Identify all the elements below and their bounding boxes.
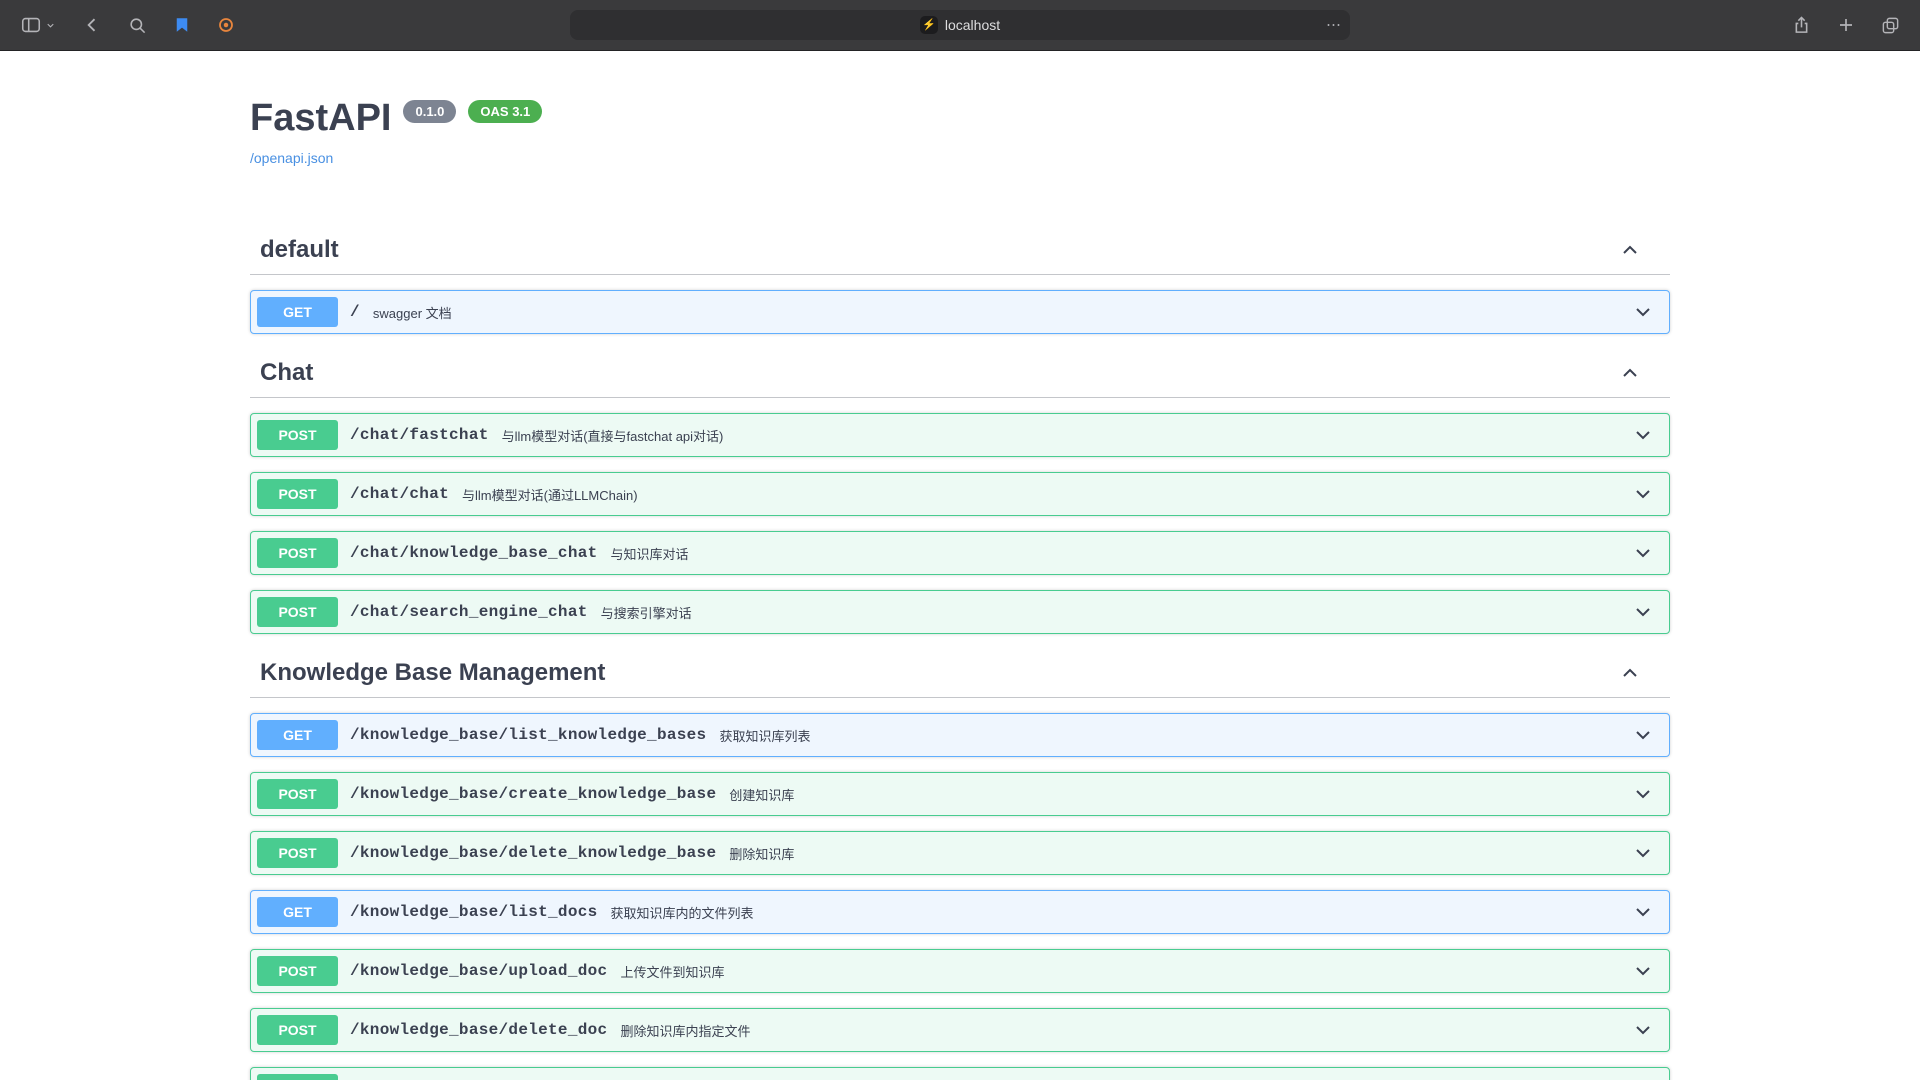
operation-summary: 与llm模型对话(通过LLMChain) (462, 485, 638, 504)
operation-path: /chat/knowledge_base_chat (350, 544, 598, 562)
operation-row[interactable]: POST /chat/knowledge_base_chat 与知识库对话 (250, 531, 1670, 575)
sidebar-toggle-button[interactable] (18, 12, 58, 38)
method-badge: POST (257, 779, 338, 809)
expand-chevron-icon[interactable] (1633, 843, 1663, 863)
search-button[interactable] (126, 14, 149, 37)
operation-row[interactable]: GET /knowledge_base/list_docs 获取知识库内的文件列… (250, 890, 1670, 934)
section-title: Knowledge Base Management (260, 659, 605, 687)
section-header[interactable]: Knowledge Base Management (250, 649, 1670, 698)
operation-summary: 与知识库对话 (611, 544, 689, 563)
tab-overview-button[interactable] (1879, 14, 1902, 37)
operation-summary: 上传文件到知识库 (620, 962, 724, 981)
expand-chevron-icon[interactable] (1633, 543, 1663, 563)
operation-row[interactable]: POST /knowledge_base/update_doc 更新现有文件到知… (250, 1067, 1670, 1080)
back-button[interactable] (80, 13, 104, 37)
new-tab-button[interactable] (1835, 14, 1857, 36)
operation-summary: 获取知识库内的文件列表 (611, 903, 754, 922)
operation-summary: swagger 文档 (373, 303, 452, 322)
section-default: default GET / swagger 文档 (250, 226, 1670, 334)
search-icon (128, 16, 147, 35)
operation-summary: 与搜索引擎对话 (601, 603, 692, 622)
oas-badge: OAS 3.1 (468, 100, 542, 123)
method-badge: GET (257, 897, 338, 927)
method-badge: POST (257, 1074, 338, 1080)
operation-path: /chat/chat (350, 485, 449, 503)
expand-chevron-icon[interactable] (1633, 302, 1663, 322)
method-badge: GET (257, 297, 338, 327)
browser-toolbar: ⚡ localhost ⋯ (0, 0, 1920, 51)
method-badge: GET (257, 720, 338, 750)
share-icon (1792, 15, 1811, 35)
operation-summary: 创建知识库 (729, 785, 794, 804)
method-badge: POST (257, 479, 338, 509)
section-title: Chat (260, 359, 313, 387)
chevron-left-icon (82, 15, 102, 35)
operation-path: / (350, 303, 360, 321)
operation-path: /knowledge_base/create_knowledge_base (350, 785, 716, 803)
method-badge: POST (257, 420, 338, 450)
operation-summary: 与llm模型对话(直接与fastchat api对话) (502, 426, 724, 445)
section-knowledge-base-management: Knowledge Base Management GET /knowledge… (250, 649, 1670, 1080)
method-badge: POST (257, 1015, 338, 1045)
operation-row[interactable]: GET / swagger 文档 (250, 290, 1670, 334)
collapse-chevron-icon[interactable] (1620, 663, 1640, 683)
operation-row[interactable]: POST /knowledge_base/delete_doc 删除知识库内指定… (250, 1008, 1670, 1052)
operation-row[interactable]: POST /chat/search_engine_chat 与搜索引擎对话 (250, 590, 1670, 634)
site-icon: ⚡ (920, 16, 938, 34)
method-badge: POST (257, 838, 338, 868)
expand-chevron-icon[interactable] (1633, 602, 1663, 622)
page-content: FastAPI 0.1.0 OAS 3.1 /openapi.json defa… (0, 51, 1920, 1080)
section-chat: Chat POST /chat/fastchat 与llm模型对话(直接与fas… (250, 349, 1670, 634)
expand-chevron-icon[interactable] (1633, 425, 1663, 445)
operation-path: /knowledge_base/list_docs (350, 903, 598, 921)
extension-blue-button[interactable] (171, 14, 193, 36)
collapse-chevron-icon[interactable] (1620, 240, 1640, 260)
openapi-spec-link[interactable]: /openapi.json (250, 150, 333, 166)
record-extension-icon (217, 16, 235, 34)
operation-summary: 获取知识库列表 (719, 726, 810, 745)
tabs-icon (1881, 16, 1900, 35)
operation-row[interactable]: POST /knowledge_base/create_knowledge_ba… (250, 772, 1670, 816)
chevron-down-icon (45, 20, 56, 31)
operation-summary: 删除知识库 (729, 844, 794, 863)
operation-path: /chat/fastchat (350, 426, 489, 444)
method-badge: POST (257, 597, 338, 627)
method-badge: POST (257, 538, 338, 568)
expand-chevron-icon[interactable] (1633, 961, 1663, 981)
operation-row[interactable]: POST /knowledge_base/upload_doc 上传文件到知识库 (250, 949, 1670, 993)
expand-chevron-icon[interactable] (1633, 902, 1663, 922)
operation-path: /chat/search_engine_chat (350, 603, 588, 621)
version-badge: 0.1.0 (403, 100, 456, 123)
operation-path: /knowledge_base/list_knowledge_bases (350, 726, 706, 744)
section-title: default (260, 236, 339, 264)
expand-chevron-icon[interactable] (1633, 725, 1663, 745)
operation-row[interactable]: POST /chat/chat 与llm模型对话(通过LLMChain) (250, 472, 1670, 516)
collapse-chevron-icon[interactable] (1620, 363, 1640, 383)
expand-chevron-icon[interactable] (1633, 1020, 1663, 1040)
address-bar[interactable]: ⚡ localhost ⋯ (570, 10, 1350, 40)
extension-orange-button[interactable] (215, 14, 237, 36)
operation-path: /knowledge_base/delete_knowledge_base (350, 844, 716, 862)
expand-chevron-icon[interactable] (1633, 784, 1663, 804)
expand-chevron-icon[interactable] (1633, 484, 1663, 504)
section-header[interactable]: default (250, 226, 1670, 275)
operation-row[interactable]: POST /knowledge_base/delete_knowledge_ba… (250, 831, 1670, 875)
method-badge: POST (257, 956, 338, 986)
page-title: FastAPI 0.1.0 OAS 3.1 (250, 97, 1670, 140)
operation-row[interactable]: GET /knowledge_base/list_knowledge_bases… (250, 713, 1670, 757)
section-header[interactable]: Chat (250, 349, 1670, 398)
bookmark-extension-icon (173, 16, 191, 34)
operation-path: /knowledge_base/delete_doc (350, 1021, 607, 1039)
operation-row[interactable]: POST /chat/fastchat 与llm模型对话(直接与fastchat… (250, 413, 1670, 457)
api-info: FastAPI 0.1.0 OAS 3.1 /openapi.json (250, 97, 1670, 168)
address-url: localhost (945, 17, 1000, 33)
page-more-icon[interactable]: ⋯ (1326, 18, 1341, 33)
operation-path: /knowledge_base/upload_doc (350, 962, 607, 980)
share-button[interactable] (1790, 13, 1813, 37)
plus-icon (1837, 16, 1855, 34)
sidebar-icon (20, 14, 42, 36)
operation-summary: 删除知识库内指定文件 (620, 1021, 750, 1040)
api-title: FastAPI (250, 97, 391, 140)
